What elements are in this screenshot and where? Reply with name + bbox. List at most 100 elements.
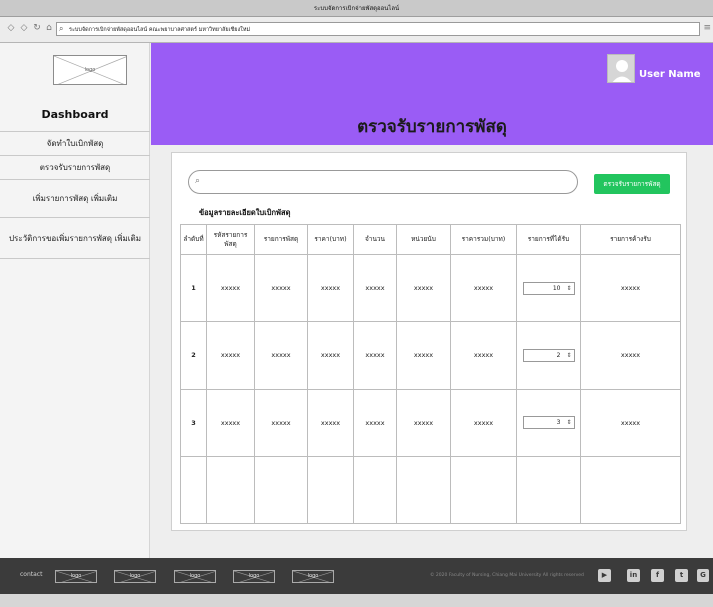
cell-unit: xxxxx <box>396 321 451 390</box>
cell-item: xxxxx <box>254 388 308 457</box>
cell-item: xxxxx <box>254 321 308 390</box>
footer-logo-text: logo <box>129 573 141 579</box>
empty-cell <box>353 455 397 525</box>
stepper-arrows-icon[interactable]: ⇕ <box>566 283 571 294</box>
col-header-price: ราคา(บาท) <box>307 224 354 255</box>
cell-total: xxxxx <box>450 253 517 323</box>
sidebar-item-add-items[interactable]: เพิ่มรายการพัสดุ เพิ่มเติม <box>0 179 150 217</box>
footer-logo-text: logo <box>307 573 319 579</box>
cell-item: xxxxx <box>254 253 308 323</box>
forward-icon[interactable]: ◇ <box>19 23 29 33</box>
col-header-item: รายการพัสดุ <box>254 224 308 255</box>
cell-code: xxxxx <box>206 321 255 390</box>
table-row: 2 xxxxx xxxxx xxxxx xxxxx xxxxx xxxxx 2 ⇕… <box>180 321 681 390</box>
linkedin-icon[interactable]: in <box>627 569 640 582</box>
cell-qty: xxxxx <box>353 388 397 457</box>
footer-logo: logo <box>55 570 97 583</box>
sidebar-item-inspect-items[interactable]: ตรวจรับรายการพัสดุ <box>0 155 150 179</box>
window-title: ระบบจัดการเบิกจ่ายพัสดุออนไลน์ <box>313 5 400 12</box>
logo-text: logo <box>84 67 96 73</box>
search-icon: ⌕ <box>195 176 201 186</box>
user-name[interactable]: User Name <box>639 69 701 80</box>
col-header-pending: รายการค้างรับ <box>580 224 681 255</box>
url-text: ระบบจัดการเบิกจ่ายพัสดุออนไลน์ คณะพยาบาล… <box>69 27 251 33</box>
url-field[interactable]: ⌕ ระบบจัดการเบิกจ่ายพัสดุออนไลน์ คณะพยาบา… <box>56 22 700 36</box>
cell-qty: xxxxx <box>353 321 397 390</box>
cell-qty: xxxxx <box>353 253 397 323</box>
footer-logo-text: logo <box>248 573 260 579</box>
home-icon[interactable]: ⌂ <box>44 23 54 33</box>
received-stepper[interactable]: 10 ⇕ <box>522 281 575 295</box>
col-header-total: ราคารวม(บาท) <box>450 224 517 255</box>
table-header-row: ลำดับที่ รหัสรายการพัสดุ รายการพัสดุ ราค… <box>180 224 681 255</box>
avatar[interactable] <box>607 54 635 83</box>
page-bottom-bar <box>0 594 713 607</box>
cell-total: xxxxx <box>450 321 517 390</box>
table-row: 3 xxxxx xxxxx xxxxx xxxxx xxxxx xxxxx 3 ⇕… <box>180 388 681 457</box>
reload-icon[interactable]: ↻ <box>32 23 42 33</box>
search-icon: ⌕ <box>59 24 64 33</box>
inspect-items-button[interactable]: ตรวจรับรายการพัสดุ <box>594 174 670 194</box>
cell-price: xxxxx <box>307 388 354 457</box>
received-value: 3 <box>556 419 561 427</box>
sidebar-item-create-requisition[interactable]: จัดทำใบเบิกพัสดุ <box>0 131 150 155</box>
footer-logo: logo <box>292 570 334 583</box>
stepper-arrows-icon[interactable]: ⇕ <box>566 350 571 361</box>
logo-image: logo <box>53 55 127 85</box>
col-header-received: รายการที่ได้รับ <box>516 224 581 255</box>
col-header-no: ลำดับที่ <box>180 224 207 255</box>
page: logo Dashboard จัดทำใบเบิกพัสดุ ตรวจรับร… <box>0 43 713 558</box>
received-stepper[interactable]: 3 ⇕ <box>522 416 575 430</box>
cell-no: 3 <box>180 388 207 457</box>
received-stepper[interactable]: 2 ⇕ <box>522 348 575 362</box>
empty-cell <box>307 455 354 525</box>
col-header-code: รหัสรายการพัสดุ <box>206 224 255 255</box>
stepper-arrows-icon[interactable]: ⇕ <box>566 417 571 428</box>
cell-received: 2 ⇕ <box>516 321 581 390</box>
cell-unit: xxxxx <box>396 253 451 323</box>
empty-cell <box>516 455 581 525</box>
copyright-text: © 2020 Faculty of Nursing, Chiang Mai Un… <box>430 573 584 578</box>
page-title: ตรวจรับรายการพัสดุ <box>357 117 507 137</box>
cell-code: xxxxx <box>206 388 255 457</box>
footer-logo-text: logo <box>189 573 201 579</box>
col-header-qty: จำนวน <box>353 224 397 255</box>
cell-price: xxxxx <box>307 253 354 323</box>
search-input[interactable] <box>207 174 567 190</box>
cell-pending: xxxxx <box>580 321 681 390</box>
footer-logo: logo <box>174 570 216 583</box>
empty-cell <box>254 455 308 525</box>
twitter-icon[interactable]: t <box>675 569 688 582</box>
back-icon[interactable]: ◇ <box>6 23 16 33</box>
address-bar: ◇ ◇ ↻ ⌂ ⌕ ระบบจัดการเบิกจ่ายพัสดุออนไลน์ … <box>0 17 713 43</box>
search-box: ⌕ <box>188 170 578 194</box>
cell-price: xxxxx <box>307 321 354 390</box>
cell-received: 3 ⇕ <box>516 388 581 457</box>
footer-logo-text: logo <box>70 573 82 579</box>
section-title: ข้อมูลรายละเอียดใบเบิกพัสดุ <box>199 208 291 217</box>
col-header-unit: หน่วยนับ <box>396 224 451 255</box>
youtube-icon[interactable]: ▶ <box>598 569 611 582</box>
cell-code: xxxxx <box>206 253 255 323</box>
empty-cell <box>450 455 517 525</box>
footer: contact logo logo logo logo logo © 2020 … <box>0 558 713 594</box>
empty-cell <box>580 455 681 525</box>
menu-icon[interactable]: ≡ <box>703 23 711 33</box>
cell-received: 10 ⇕ <box>516 253 581 323</box>
contact-link[interactable]: contact <box>20 571 42 578</box>
header-banner: User Name ตรวจรับรายการพัสดุ <box>151 43 713 145</box>
sidebar-item-request-history[interactable]: ประวัติการขอเพิ่มรายการพัสดุ เพิ่มเติม <box>0 217 150 259</box>
google-plus-icon[interactable]: G <box>697 569 709 582</box>
footer-logo: logo <box>233 570 275 583</box>
cell-pending: xxxxx <box>580 388 681 457</box>
footer-logo: logo <box>114 570 156 583</box>
facebook-icon[interactable]: f <box>651 569 664 582</box>
cell-unit: xxxxx <box>396 388 451 457</box>
received-value: 10 <box>552 284 561 292</box>
content-card: ⌕ ตรวจรับรายการพัสดุ ข้อมูลรายละเอียดใบเ… <box>171 152 687 531</box>
sidebar: logo Dashboard จัดทำใบเบิกพัสดุ ตรวจรับร… <box>0 43 150 558</box>
window-titlebar: ระบบจัดการเบิกจ่ายพัสดุออนไลน์ <box>0 0 713 17</box>
sidebar-title: Dashboard <box>41 108 109 121</box>
items-table: ลำดับที่ รหัสรายการพัสดุ รายการพัสดุ ราค… <box>180 224 681 525</box>
table-empty-row <box>180 455 681 525</box>
